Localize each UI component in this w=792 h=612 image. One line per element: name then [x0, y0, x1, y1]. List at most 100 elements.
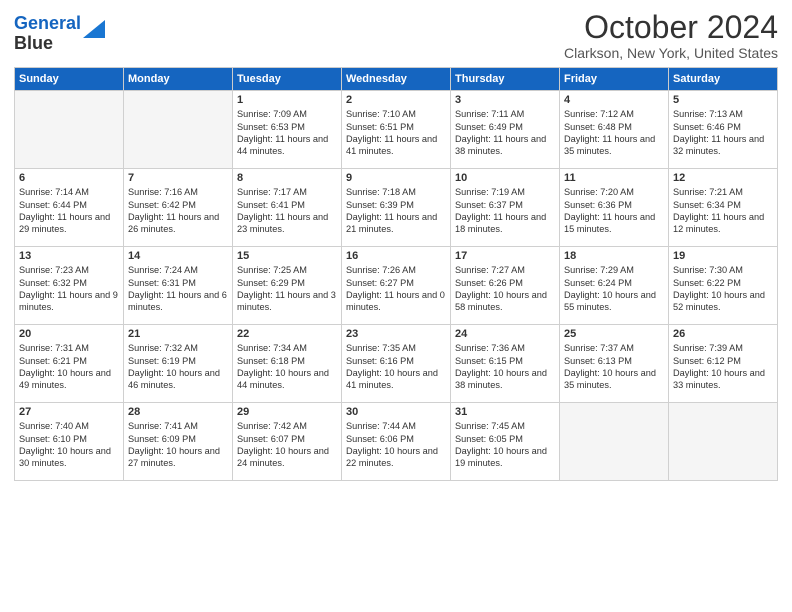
cell-detail-line: Sunset: 6:31 PM — [128, 277, 228, 289]
calendar-cell: 17Sunrise: 7:27 AMSunset: 6:26 PMDayligh… — [451, 247, 560, 325]
calendar-cell: 2 Sunrise: 7:10 AMSunset: 6:51 PMDaylight… — [342, 91, 451, 169]
cell-detail-line: Sunset: 6:09 PM — [128, 433, 228, 445]
calendar-cell: 6 Sunrise: 7:14 AMSunset: 6:44 PMDaylight… — [15, 169, 124, 247]
cell-detail-line: Sunset: 6:16 PM — [346, 355, 446, 367]
cell-details: Sunrise: 7:25 AMSunset: 6:29 PMDaylight:… — [237, 264, 337, 314]
cell-detail-line: Daylight: 11 hours and 35 minutes. — [564, 133, 664, 158]
weekday-header-row: SundayMondayTuesdayWednesdayThursdayFrid… — [15, 68, 778, 91]
calendar-cell: 18Sunrise: 7:29 AMSunset: 6:24 PMDayligh… — [560, 247, 669, 325]
cell-detail-line: Sunset: 6:36 PM — [564, 199, 664, 211]
cell-detail-line: Sunset: 6:15 PM — [455, 355, 555, 367]
calendar-cell: 8Sunrise: 7:17 AMSunset: 6:41 PMDaylight… — [233, 169, 342, 247]
cell-detail-line: Daylight: 10 hours and 55 minutes. — [564, 289, 664, 314]
cell-detail-line: Daylight: 11 hours and 41 minutes. — [346, 133, 446, 158]
weekday-header-saturday: Saturday — [669, 68, 778, 91]
cell-detail-line: Daylight: 10 hours and 24 minutes. — [237, 445, 337, 470]
cell-detail-line: Sunset: 6:37 PM — [455, 199, 555, 211]
weekday-header-friday: Friday — [560, 68, 669, 91]
day-number: 26 — [673, 328, 773, 340]
day-number: 13 — [19, 250, 119, 262]
cell-detail-line: Daylight: 10 hours and 52 minutes. — [673, 289, 773, 314]
cell-detail-line: Daylight: 10 hours and 27 minutes. — [128, 445, 228, 470]
weekday-header-thursday: Thursday — [451, 68, 560, 91]
calendar-cell — [15, 91, 124, 169]
day-number: 20 — [19, 328, 119, 340]
cell-details: Sunrise: 7:37 AMSunset: 6:13 PMDaylight:… — [564, 342, 664, 392]
day-number: 18 — [564, 250, 664, 262]
calendar-cell: 5 Sunrise: 7:13 AMSunset: 6:46 PMDaylight… — [669, 91, 778, 169]
cell-details: Sunrise: 7:34 AMSunset: 6:18 PMDaylight:… — [237, 342, 337, 392]
weekday-header-wednesday: Wednesday — [342, 68, 451, 91]
day-number: 2 — [346, 94, 446, 106]
cell-detail-line: Sunset: 6:51 PM — [346, 121, 446, 133]
cell-detail-line: Sunrise: 7:14 AM — [19, 186, 119, 198]
day-number: 5 — [673, 94, 773, 106]
day-number: 6 — [19, 172, 119, 184]
calendar-cell: 13Sunrise: 7:23 AMSunset: 6:32 PMDayligh… — [15, 247, 124, 325]
cell-details: Sunrise: 7:39 AMSunset: 6:12 PMDaylight:… — [673, 342, 773, 392]
day-number: 3 — [455, 94, 555, 106]
cell-detail-line: Daylight: 11 hours and 18 minutes. — [455, 211, 555, 236]
calendar-cell — [560, 403, 669, 481]
cell-details: Sunrise: 7:41 AMSunset: 6:09 PMDaylight:… — [128, 420, 228, 470]
cell-detail-line: Daylight: 11 hours and 21 minutes. — [346, 211, 446, 236]
cell-detail-line: Sunrise: 7:40 AM — [19, 420, 119, 432]
cell-details: Sunrise: 7:13 AMSunset: 6:46 PMDaylight:… — [673, 108, 773, 158]
cell-details: Sunrise: 7:12 AMSunset: 6:48 PMDaylight:… — [564, 108, 664, 158]
calendar-cell: 12Sunrise: 7:21 AMSunset: 6:34 PMDayligh… — [669, 169, 778, 247]
cell-details: Sunrise: 7:40 AMSunset: 6:10 PMDaylight:… — [19, 420, 119, 470]
cell-details: Sunrise: 7:20 AMSunset: 6:36 PMDaylight:… — [564, 186, 664, 236]
cell-detail-line: Sunrise: 7:19 AM — [455, 186, 555, 198]
cell-detail-line: Sunrise: 7:25 AM — [237, 264, 337, 276]
cell-detail-line: Sunset: 6:41 PM — [237, 199, 337, 211]
cell-detail-line: Sunrise: 7:44 AM — [346, 420, 446, 432]
location: Clarkson, New York, United States — [564, 45, 778, 61]
day-number: 17 — [455, 250, 555, 262]
cell-detail-line: Sunrise: 7:21 AM — [673, 186, 773, 198]
cell-detail-line: Sunset: 6:34 PM — [673, 199, 773, 211]
cell-detail-line: Sunrise: 7:09 AM — [237, 108, 337, 120]
cell-detail-line: Sunrise: 7:30 AM — [673, 264, 773, 276]
calendar-cell: 9Sunrise: 7:18 AMSunset: 6:39 PMDaylight… — [342, 169, 451, 247]
cell-details: Sunrise: 7:14 AMSunset: 6:44 PMDaylight:… — [19, 186, 119, 236]
calendar-cell: 26 Sunrise: 7:39 AMSunset: 6:12 PMDayligh… — [669, 325, 778, 403]
cell-detail-line: Daylight: 10 hours and 33 minutes. — [673, 367, 773, 392]
cell-details: Sunrise: 7:18 AMSunset: 6:39 PMDaylight:… — [346, 186, 446, 236]
cell-detail-line: Sunrise: 7:32 AM — [128, 342, 228, 354]
day-number: 12 — [673, 172, 773, 184]
cell-details: Sunrise: 7:24 AMSunset: 6:31 PMDaylight:… — [128, 264, 228, 314]
day-number: 10 — [455, 172, 555, 184]
cell-details: Sunrise: 7:09 AMSunset: 6:53 PMDaylight:… — [237, 108, 337, 158]
month-title: October 2024 — [564, 10, 778, 45]
day-number: 11 — [564, 172, 664, 184]
day-number: 8 — [237, 172, 337, 184]
day-number: 19 — [673, 250, 773, 262]
calendar-cell: 28 Sunrise: 7:41 AMSunset: 6:09 PMDayligh… — [124, 403, 233, 481]
cell-details: Sunrise: 7:31 AMSunset: 6:21 PMDaylight:… — [19, 342, 119, 392]
cell-detail-line: Sunrise: 7:10 AM — [346, 108, 446, 120]
logo: General Blue — [14, 14, 105, 54]
calendar-cell: 4 Sunrise: 7:12 AMSunset: 6:48 PMDaylight… — [560, 91, 669, 169]
cell-detail-line: Sunrise: 7:27 AM — [455, 264, 555, 276]
calendar-table: SundayMondayTuesdayWednesdayThursdayFrid… — [14, 67, 778, 481]
day-number: 29 — [237, 406, 337, 418]
cell-detail-line: Sunset: 6:53 PM — [237, 121, 337, 133]
day-number: 4 — [564, 94, 664, 106]
cell-detail-line: Sunrise: 7:41 AM — [128, 420, 228, 432]
cell-detail-line: Sunrise: 7:11 AM — [455, 108, 555, 120]
cell-detail-line: Daylight: 11 hours and 26 minutes. — [128, 211, 228, 236]
header: General Blue October 2024 Clarkson, New … — [14, 10, 778, 61]
cell-detail-line: Daylight: 11 hours and 6 minutes. — [128, 289, 228, 314]
day-number: 22 — [237, 328, 337, 340]
cell-detail-line: Sunrise: 7:12 AM — [564, 108, 664, 120]
cell-detail-line: Sunset: 6:21 PM — [19, 355, 119, 367]
calendar-week-row: 27Sunrise: 7:40 AMSunset: 6:10 PMDayligh… — [15, 403, 778, 481]
cell-detail-line: Sunrise: 7:36 AM — [455, 342, 555, 354]
day-number: 28 — [128, 406, 228, 418]
calendar-week-row: 6 Sunrise: 7:14 AMSunset: 6:44 PMDaylight… — [15, 169, 778, 247]
cell-detail-line: Sunset: 6:39 PM — [346, 199, 446, 211]
day-number: 24 — [455, 328, 555, 340]
cell-detail-line: Sunrise: 7:31 AM — [19, 342, 119, 354]
logo-text: General Blue — [14, 14, 81, 54]
weekday-header-sunday: Sunday — [15, 68, 124, 91]
